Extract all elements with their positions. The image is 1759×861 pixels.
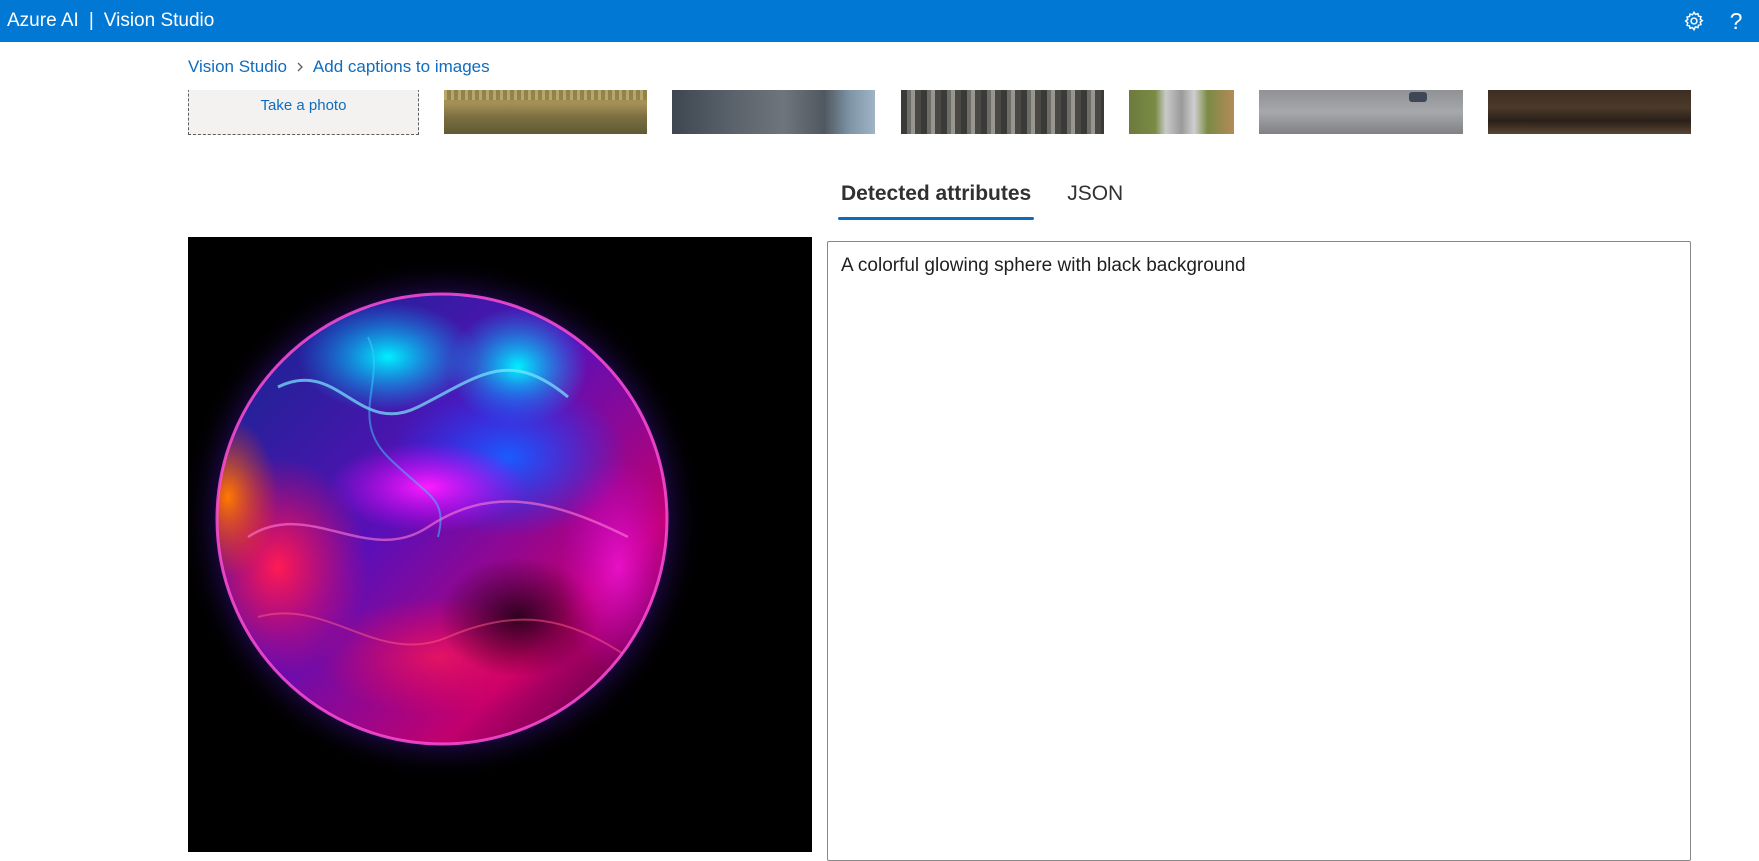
sample-image-thumbnail[interactable] (672, 90, 875, 134)
tab-json[interactable]: JSON (1064, 168, 1126, 220)
sample-image-thumbnail[interactable] (1129, 90, 1234, 134)
help-icon: ? (1729, 7, 1743, 34)
sample-images-strip: or Take a photo (0, 90, 1759, 135)
breadcrumb-add-captions[interactable]: Add captions to images (313, 57, 490, 77)
brand-name: Azure AI (7, 10, 79, 31)
breadcrumb-vision-studio[interactable]: Vision Studio (188, 57, 287, 77)
sample-image-thumbnail[interactable] (1488, 90, 1691, 134)
glowing-sphere-image (188, 237, 812, 852)
or-label: or (189, 90, 418, 92)
top-bar: Azure AI | Vision Studio ? (0, 0, 1759, 42)
result-tabs: Detected attributes JSON (838, 168, 1156, 220)
chevron-right-icon (287, 54, 313, 80)
gear-icon (1684, 10, 1704, 32)
sample-image-thumbnail[interactable] (444, 90, 647, 134)
tab-detected-attributes[interactable]: Detected attributes (838, 168, 1035, 220)
app-title[interactable]: Azure AI | Vision Studio (0, 10, 214, 32)
upload-area[interactable]: or Take a photo (188, 90, 419, 135)
sample-image-thumbnail[interactable] (1259, 90, 1463, 134)
settings-button[interactable] (1673, 0, 1715, 42)
detected-attributes-panel: A colorful glowing sphere with black bac… (827, 241, 1691, 861)
help-button[interactable]: ? (1715, 0, 1757, 42)
image-preview (188, 237, 812, 852)
sample-image-thumbnail[interactable] (901, 90, 1104, 134)
generated-caption: A colorful glowing sphere with black bac… (841, 255, 1246, 276)
take-photo-link[interactable]: Take a photo (189, 97, 418, 114)
product-name: Vision Studio (103, 10, 215, 31)
brand-separator: | (88, 10, 94, 31)
breadcrumb: Vision Studio Add captions to images (188, 54, 490, 80)
